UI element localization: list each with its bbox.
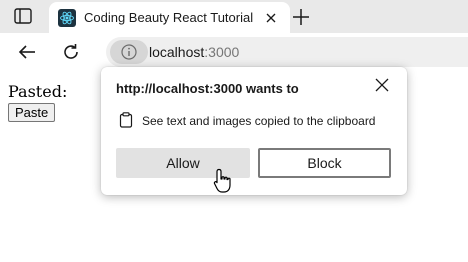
address-bar[interactable]: localhost:3000 <box>106 37 468 67</box>
url-port: :3000 <box>204 44 240 60</box>
popup-title: http://localhost:3000 wants to <box>116 81 299 96</box>
paste-button[interactable]: Paste <box>8 103 56 122</box>
react-logo-icon <box>58 9 76 27</box>
permission-text: See text and images copied to the clipbo… <box>142 114 376 128</box>
url-host: localhost <box>149 44 205 60</box>
close-tab-icon[interactable] <box>262 9 280 27</box>
clipboard-icon <box>119 112 133 133</box>
tab-actions-icon[interactable] <box>14 8 32 24</box>
browser-toolbar: localhost:3000 <box>0 33 468 70</box>
back-arrow-icon[interactable] <box>16 41 38 63</box>
close-icon[interactable] <box>373 76 391 94</box>
site-info-button[interactable] <box>110 40 148 64</box>
clipboard-permission-popup: http://localhost:3000 wants to See text … <box>101 67 407 195</box>
hand-cursor-icon <box>213 168 235 199</box>
reload-icon[interactable] <box>60 41 82 63</box>
tab-strip: Coding Beauty React Tutorial <box>0 0 468 33</box>
block-button[interactable]: Block <box>258 148 391 178</box>
browser-tab[interactable]: Coding Beauty React Tutorial <box>49 2 290 33</box>
pasted-label: Pasted: <box>8 82 68 101</box>
tab-title: Coding Beauty React Tutorial <box>84 10 254 25</box>
url-text: localhost:3000 <box>149 44 239 60</box>
new-tab-icon[interactable] <box>290 6 312 28</box>
info-icon <box>121 44 137 60</box>
